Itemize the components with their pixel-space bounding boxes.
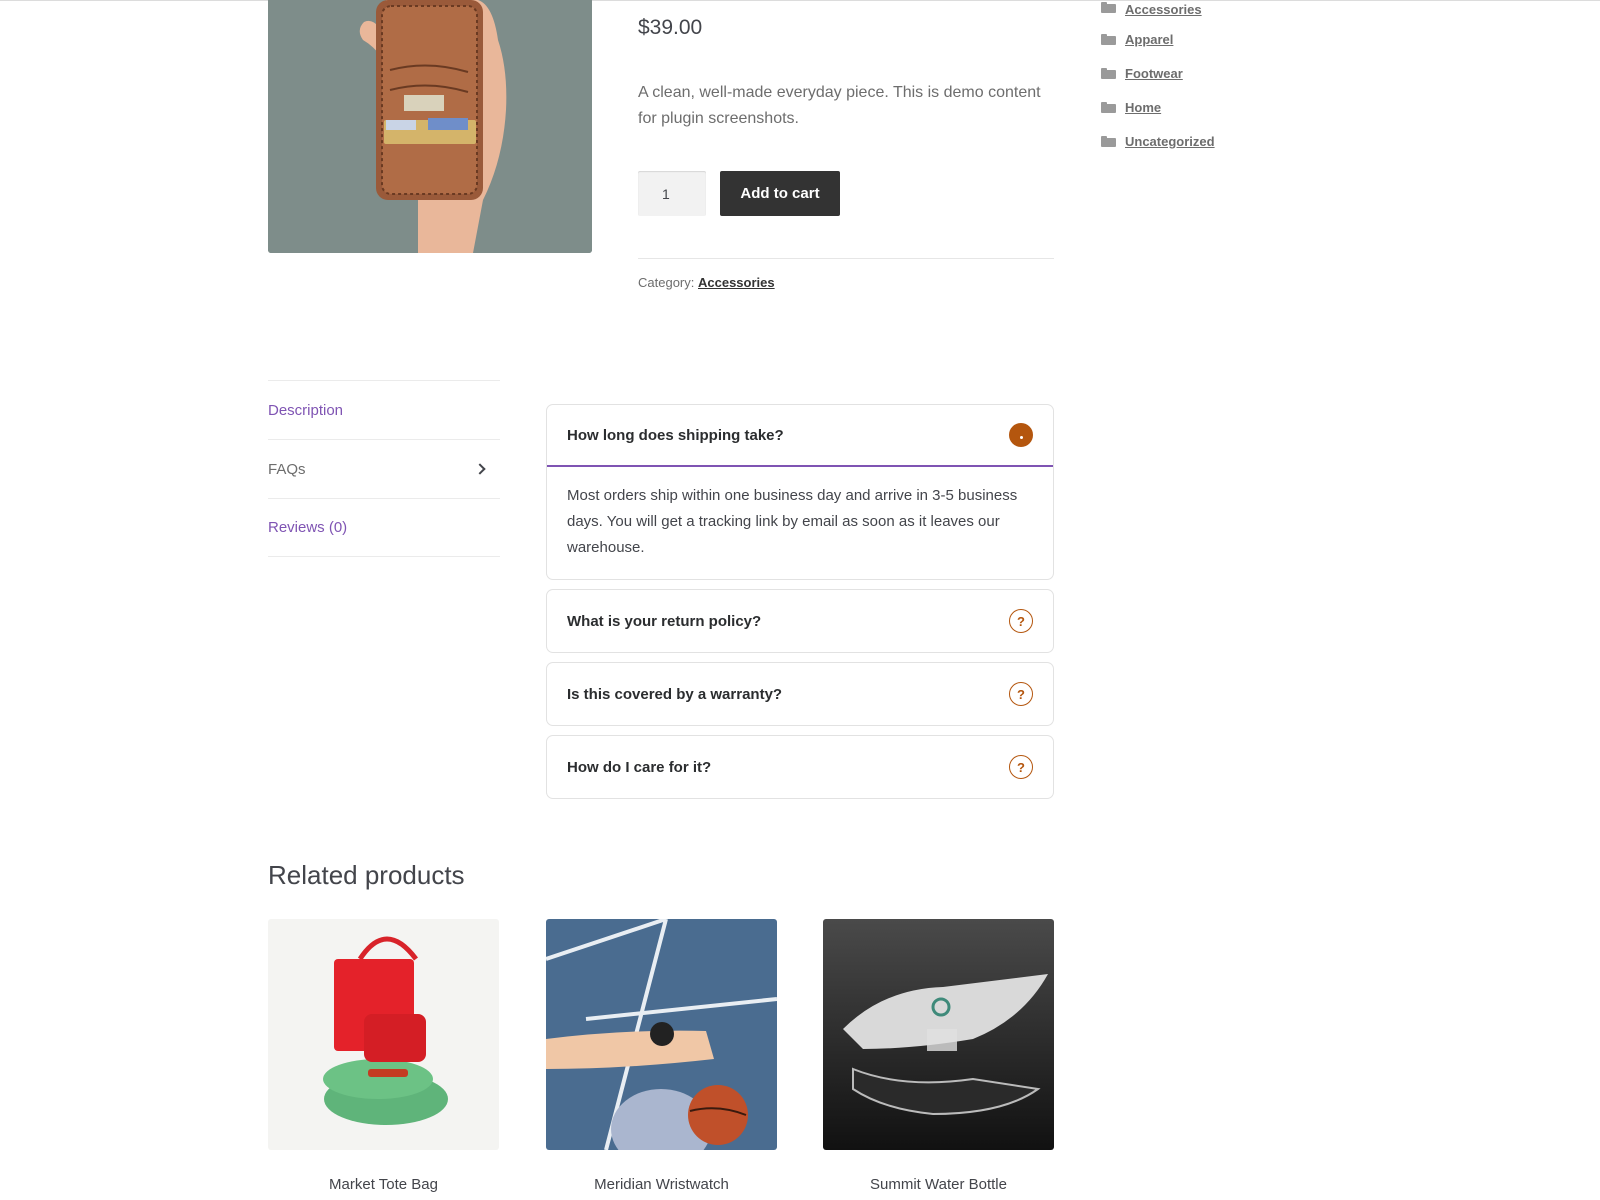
sidebar-category-list: Accessories Apparel Footwear Home Uncate… — [1101, 2, 1215, 158]
related-product-name[interactable]: Summit Water Bottle — [823, 1176, 1054, 1193]
faq-item: Is this covered by a warranty? ? — [546, 662, 1054, 726]
related-product-image[interactable] — [546, 919, 777, 1150]
add-to-cart-button[interactable]: Add to cart — [720, 171, 840, 216]
folder-open-icon — [1101, 2, 1116, 13]
page-top-border — [0, 0, 1600, 1]
tab-label: Reviews (0) — [268, 519, 348, 536]
product-image[interactable] — [268, 0, 592, 253]
summary-divider — [638, 258, 1054, 259]
sidebar-item-home: Home — [1101, 90, 1215, 124]
faq-question: Is this covered by a warranty? — [567, 685, 783, 703]
chevron-right-icon — [474, 463, 486, 475]
folder-icon — [1101, 33, 1116, 45]
faq-item: What is your return policy? ? — [546, 589, 1054, 653]
folder-icon — [1101, 67, 1116, 79]
sidebar-item-label[interactable]: Uncategorized — [1125, 134, 1215, 149]
sidebar-item-uncategorized: Uncategorized — [1101, 124, 1215, 158]
question-mark-icon: ? — [1009, 682, 1033, 706]
sidebar-item-accessories: Accessories — [1101, 2, 1215, 22]
tab-faqs[interactable]: FAQs — [268, 439, 500, 498]
tab-label: FAQs — [268, 460, 306, 478]
faq-question-toggle[interactable]: What is your return policy? ? — [547, 590, 1053, 652]
faq-answer: Most orders ship within one business day… — [567, 487, 1018, 556]
product-short-description: A clean, well-made everyday piece. This … — [638, 84, 1041, 127]
related-product-name[interactable]: Meridian Wristwatch — [546, 1176, 777, 1193]
folder-icon — [1101, 135, 1116, 147]
question-mark-icon: ? — [1009, 755, 1033, 779]
product-tabs: Description FAQs Reviews (0) — [268, 380, 500, 557]
related-products-heading: Related products — [268, 860, 465, 890]
faq-question: What is your return policy? — [567, 612, 762, 630]
faq-question-toggle[interactable]: How long does shipping take? — [547, 405, 1053, 467]
faq-accordion: How long does shipping take? Most orders… — [546, 404, 1054, 808]
faq-question: How long does shipping take? — [567, 426, 784, 444]
wristwatch-photo — [546, 919, 777, 1150]
faq-item: How do I care for it? ? — [546, 735, 1054, 799]
related-product-image[interactable] — [268, 919, 499, 1150]
water-bottle-photo — [823, 919, 1054, 1150]
sidebar-item-label[interactable]: Apparel — [1125, 32, 1173, 47]
sidebar-item-footwear: Footwear — [1101, 56, 1215, 90]
tab-description[interactable]: Description — [268, 380, 500, 439]
tote-bag-photo — [268, 919, 499, 1150]
related-product-name[interactable]: Market Tote Bag — [268, 1176, 499, 1193]
sidebar-item-label[interactable]: Footwear — [1125, 66, 1183, 81]
folder-icon — [1101, 101, 1116, 113]
tab-label: Description — [268, 401, 344, 419]
category-prefix: Category: — [638, 275, 695, 290]
related-product-card[interactable]: Market Tote Bag — [268, 919, 499, 1193]
faq-item: How long does shipping take? Most orders… — [546, 404, 1054, 580]
tab-reviews[interactable]: Reviews (0) — [268, 498, 500, 557]
related-product-image[interactable] — [823, 919, 1054, 1150]
faq-question-toggle[interactable]: Is this covered by a warranty? ? — [547, 663, 1053, 725]
product-category: Category: Accessories — [638, 275, 775, 290]
sidebar-item-label[interactable]: Accessories — [1125, 2, 1202, 17]
wallet-photo — [268, 0, 592, 253]
faq-open-icon — [1009, 423, 1033, 447]
category-link[interactable]: Accessories — [698, 275, 775, 290]
faq-question: How do I care for it? — [567, 758, 712, 776]
sidebar-item-label[interactable]: Home — [1125, 100, 1161, 115]
product-price: $39.00 — [638, 16, 703, 39]
related-product-card[interactable]: Meridian Wristwatch — [546, 919, 777, 1193]
related-product-card[interactable]: Summit Water Bottle — [823, 919, 1054, 1193]
question-mark-icon: ? — [1009, 609, 1033, 633]
faq-question-toggle[interactable]: How do I care for it? ? — [547, 736, 1053, 798]
sidebar-item-apparel: Apparel — [1101, 22, 1215, 56]
quantity-input[interactable] — [638, 171, 706, 216]
